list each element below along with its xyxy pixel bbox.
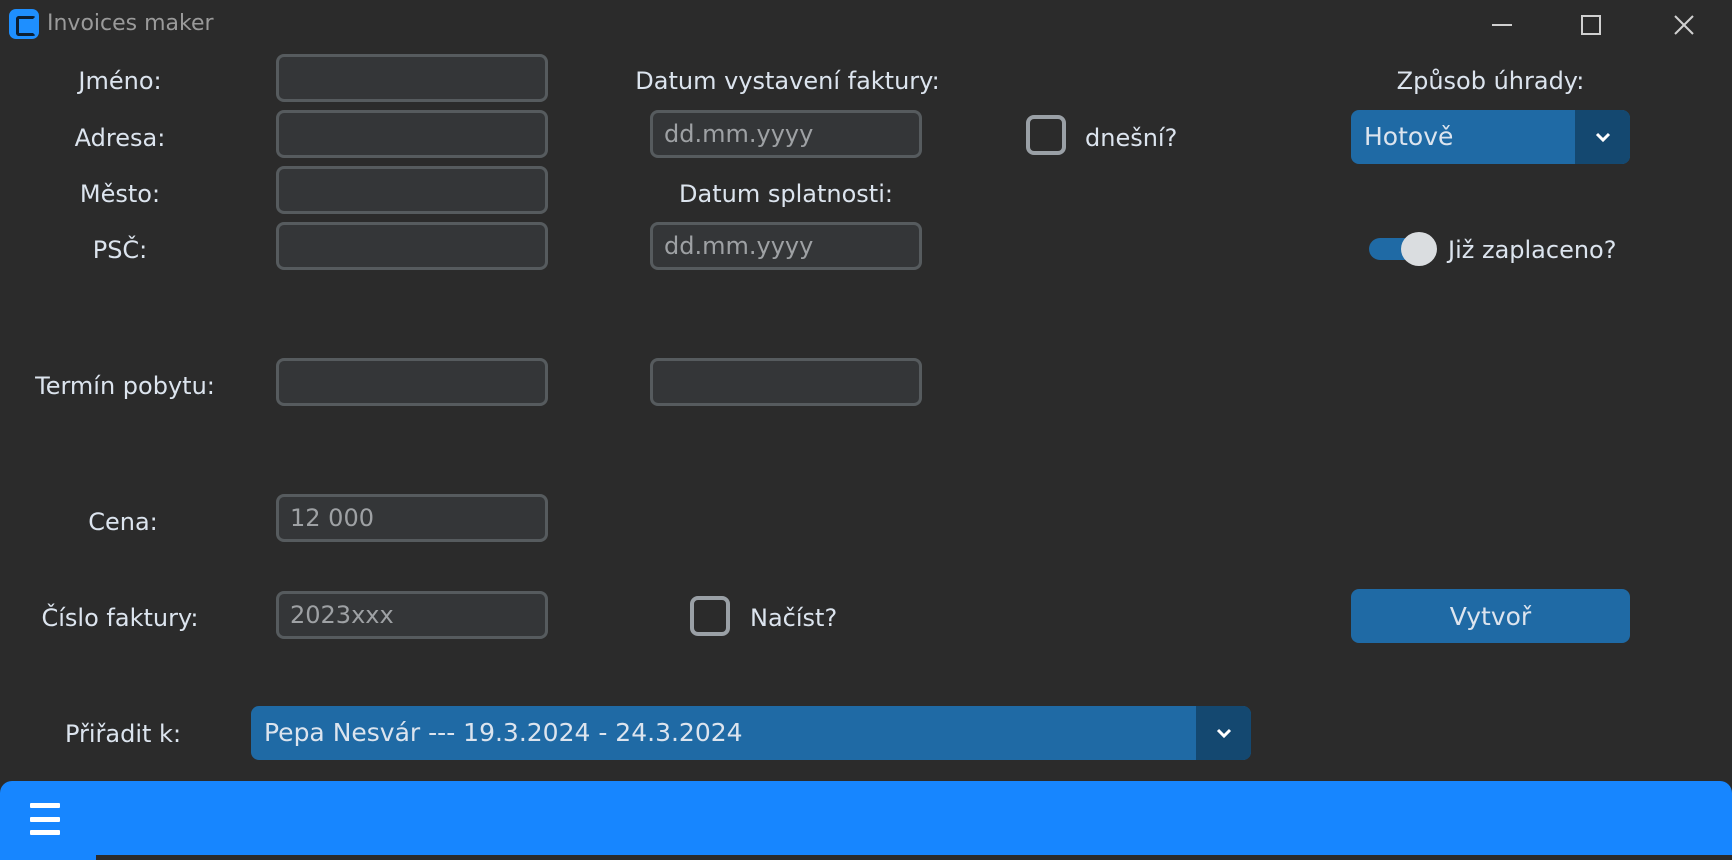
title-bar: Invoices maker [0,0,1732,50]
dnesni-checkbox[interactable] [1026,115,1066,155]
vytvor-button[interactable]: Vytvoř [1351,589,1630,643]
minimize-icon [1492,24,1512,26]
zpusob-uhrady-dropdown[interactable]: Hotově [1351,110,1630,164]
menu-icon[interactable] [30,799,64,839]
mesto-label: Město: [79,180,161,208]
maximize-icon [1581,15,1601,35]
termin-pobytu-label: Termín pobytu: [35,372,215,400]
datum-vystaveni-label: Datum vystavení faktury: [635,67,940,95]
adresa-input[interactable] [276,110,548,158]
app-window: Invoices maker Jméno: Adresa: Město: PSČ… [0,0,1732,860]
datum-vystaveni-input[interactable] [650,110,922,158]
jmeno-input[interactable] [276,54,548,102]
datum-splatnosti-label: Datum splatnosti: [679,180,893,208]
cena-input[interactable] [276,494,548,542]
termin-do-input[interactable] [650,358,922,406]
dnesni-label: dnešní? [1085,124,1178,152]
zaplaceno-switch[interactable] [1369,230,1437,268]
zpusob-uhrady-label: Způsob úhrady: [1396,67,1585,95]
jmeno-label: Jméno: [78,67,162,95]
mesto-input[interactable] [276,166,548,214]
cislo-faktury-input[interactable] [276,591,548,639]
priradit-arrow[interactable] [1196,706,1251,760]
priradit-value: Pepa Nesvár --- 19.3.2024 - 24.3.2024 [264,718,743,747]
window-title: Invoices maker [47,11,214,36]
chevron-down-icon [1216,728,1231,739]
nacist-label: Načíst? [750,604,838,632]
nacist-checkbox[interactable] [690,596,730,636]
cena-label: Cena: [88,508,158,536]
zaplaceno-label: Již zaplaceno? [1448,236,1617,264]
app-logo-icon [9,9,39,39]
cislo-faktury-label: Číslo faktury: [41,604,199,632]
maximize-button[interactable] [1545,0,1637,50]
priradit-dropdown[interactable]: Pepa Nesvár --- 19.3.2024 - 24.3.2024 [251,706,1251,760]
close-icon [1674,15,1694,35]
chevron-down-icon [1595,132,1610,143]
priradit-label: Přiřadit k: [64,720,182,748]
adresa-label: Adresa: [74,124,166,152]
minimize-button[interactable] [1456,0,1548,50]
bottom-bar [0,781,1732,860]
zpusob-uhrady-arrow[interactable] [1575,110,1630,164]
switch-knob [1401,232,1437,266]
psc-label: PSČ: [92,236,148,264]
termin-od-input[interactable] [276,358,548,406]
zpusob-uhrady-value: Hotově [1364,122,1454,151]
datum-splatnosti-input[interactable] [650,222,922,270]
close-button[interactable] [1638,0,1730,50]
bottom-divider [96,855,1732,860]
psc-input[interactable] [276,222,548,270]
